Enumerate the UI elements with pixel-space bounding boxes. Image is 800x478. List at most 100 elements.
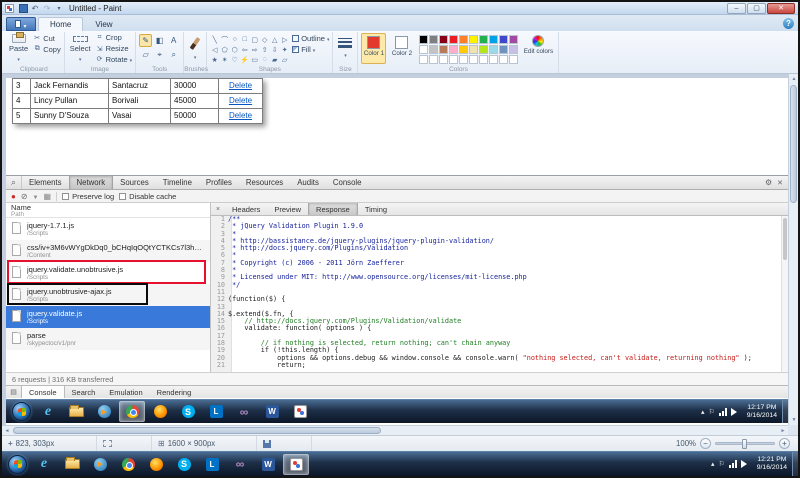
- panel-tab-headers[interactable]: Headers: [225, 203, 267, 215]
- close-detail-icon[interactable]: ×: [211, 203, 225, 215]
- paint-icon[interactable]: [287, 401, 313, 422]
- select-button[interactable]: Select: [68, 33, 93, 64]
- filter-icon[interactable]: [33, 192, 39, 201]
- shape-icon[interactable]: ╲: [210, 35, 219, 44]
- pencil-tool-icon[interactable]: ✎: [139, 34, 153, 47]
- palette-color[interactable]: [479, 45, 489, 54]
- devtools-tab-console[interactable]: Console: [326, 176, 369, 189]
- inspect-element-icon[interactable]: [6, 176, 22, 189]
- explorer-folder-icon[interactable]: [63, 401, 89, 422]
- drawer-tab-rendering[interactable]: Rendering: [150, 386, 199, 398]
- media-player-icon[interactable]: ▶: [87, 454, 113, 475]
- palette-color[interactable]: [429, 45, 439, 54]
- shape-icon[interactable]: □: [240, 35, 249, 44]
- clock[interactable]: 12:21 PM 9/16/2014: [757, 456, 787, 472]
- help-icon[interactable]: ?: [783, 18, 794, 29]
- word-icon[interactable]: W: [259, 401, 285, 422]
- panel-tab-preview[interactable]: Preview: [267, 203, 308, 215]
- magnifier-tool-icon[interactable]: ⌕: [167, 48, 180, 61]
- volume-icon[interactable]: [730, 407, 741, 416]
- visual-studio-icon[interactable]: ∞: [227, 454, 253, 475]
- resize-button[interactable]: Resize: [96, 44, 133, 54]
- shape-icon[interactable]: ▰: [270, 55, 279, 64]
- drawer-icon[interactable]: [6, 386, 21, 398]
- scroll-left-icon[interactable]: [2, 426, 12, 436]
- horizontal-scrollbar[interactable]: [2, 425, 788, 435]
- color1-button[interactable]: Color 1: [361, 33, 387, 64]
- copy-button[interactable]: Copy: [33, 44, 61, 54]
- visual-studio-icon[interactable]: ∞: [231, 401, 257, 422]
- ie-icon[interactable]: e: [35, 401, 61, 422]
- tab-home[interactable]: Home: [38, 17, 84, 31]
- edit-colors-button[interactable]: Edit colors: [521, 33, 555, 64]
- palette-color[interactable]: [449, 55, 459, 64]
- clock[interactable]: 12:17 PM 9/16/2014: [747, 404, 777, 420]
- shape-icon[interactable]: ▱: [280, 55, 289, 64]
- rotate-button[interactable]: Rotate: [96, 54, 133, 64]
- palette-color[interactable]: [479, 55, 489, 64]
- shape-icon[interactable]: ◇: [260, 35, 269, 44]
- vertical-scrollbar[interactable]: [788, 74, 798, 425]
- paint-icon[interactable]: [283, 453, 309, 475]
- zoom-slider-thumb[interactable]: [742, 439, 747, 449]
- delete-link[interactable]: Delete: [229, 81, 252, 90]
- tray-chevron-icon[interactable]: [701, 408, 705, 416]
- request-jquery-validate[interactable]: jquery.validate.js /Scripts: [6, 306, 210, 328]
- chrome-icon[interactable]: [115, 454, 141, 475]
- shape-icon[interactable]: △: [270, 35, 279, 44]
- palette-color[interactable]: [499, 45, 509, 54]
- palette-color[interactable]: [439, 55, 449, 64]
- devtools-tab-timeline[interactable]: Timeline: [156, 176, 199, 189]
- start-button[interactable]: [8, 454, 27, 474]
- devtools-tab-network[interactable]: Network: [68, 176, 114, 189]
- palette-color[interactable]: [439, 35, 449, 44]
- clear-icon[interactable]: [21, 192, 28, 201]
- shape-icon[interactable]: ★: [210, 55, 219, 64]
- preserve-log-checkbox[interactable]: Preserve log: [62, 192, 114, 201]
- shape-icon[interactable]: ⇦: [240, 45, 249, 54]
- eraser-tool-icon[interactable]: ▱: [139, 48, 152, 61]
- shape-icon[interactable]: ◁: [210, 45, 219, 54]
- palette-color[interactable]: [489, 45, 499, 54]
- lync-icon[interactable]: L: [199, 454, 225, 475]
- delete-link[interactable]: Delete: [229, 96, 252, 105]
- drawer-tab-emulation[interactable]: Emulation: [102, 386, 149, 398]
- network-icon[interactable]: [718, 407, 727, 416]
- action-center-icon[interactable]: [708, 408, 714, 416]
- start-button[interactable]: [12, 402, 31, 421]
- settings-gear-icon[interactable]: [765, 178, 772, 187]
- palette-color[interactable]: [419, 45, 429, 54]
- zoom-in-button[interactable]: +: [779, 438, 790, 449]
- shape-icon[interactable]: ✦: [280, 45, 289, 54]
- tab-view[interactable]: View: [83, 17, 124, 31]
- size-button[interactable]: [336, 33, 354, 64]
- shape-icon[interactable]: ⚡: [240, 55, 249, 64]
- shape-icon[interactable]: ⇧: [260, 45, 269, 54]
- shape-icon[interactable]: ⇨: [250, 45, 259, 54]
- palette-color[interactable]: [469, 35, 479, 44]
- record-icon[interactable]: [11, 192, 16, 201]
- chrome-icon[interactable]: [119, 401, 145, 422]
- minimize-button[interactable]: –: [727, 2, 746, 14]
- palette-color[interactable]: [489, 35, 499, 44]
- show-desktop-button[interactable]: [792, 452, 798, 476]
- devtools-tab-profiles[interactable]: Profiles: [199, 176, 239, 189]
- color2-button[interactable]: Color 2: [389, 33, 414, 64]
- action-center-icon[interactable]: [718, 460, 724, 468]
- paste-button[interactable]: Paste: [7, 32, 30, 64]
- word-icon[interactable]: W: [255, 454, 281, 475]
- shape-icon[interactable]: ▢: [250, 35, 259, 44]
- text-tool-icon[interactable]: A: [167, 34, 180, 47]
- request-css-bundle[interactable]: css/iv+3M6vWYgDkDq0_bCHqIqOQtYCTKCs7l3hm…: [6, 240, 210, 262]
- palette-color[interactable]: [479, 35, 489, 44]
- zoom-slider[interactable]: [715, 439, 775, 449]
- shape-icon[interactable]: ◌: [260, 55, 269, 64]
- network-icon[interactable]: [728, 460, 737, 468]
- palette-color[interactable]: [489, 55, 499, 64]
- color-picker-tool-icon[interactable]: ⌖: [153, 48, 166, 61]
- shape-icon[interactable]: ⬡: [230, 45, 239, 54]
- palette-color[interactable]: [439, 45, 449, 54]
- palette-color[interactable]: [419, 55, 429, 64]
- brushes-button[interactable]: [187, 33, 203, 64]
- undo-icon[interactable]: [29, 3, 41, 14]
